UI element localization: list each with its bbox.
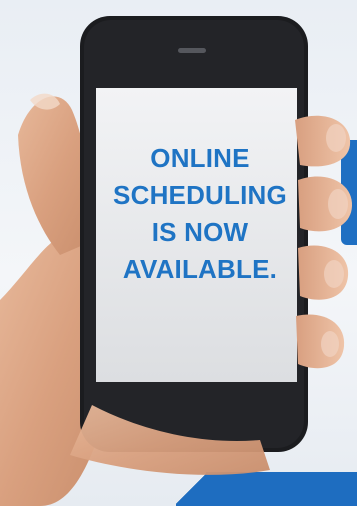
screen-line: IS NOW xyxy=(151,217,249,247)
screen-message: ONLINE SCHEDULING IS NOW AVAILABLE. xyxy=(100,140,300,288)
phone-speaker xyxy=(178,48,206,53)
screen-line: SCHEDULING xyxy=(113,180,287,210)
screen-line: ONLINE xyxy=(150,143,250,173)
screen-line: AVAILABLE. xyxy=(122,254,278,284)
